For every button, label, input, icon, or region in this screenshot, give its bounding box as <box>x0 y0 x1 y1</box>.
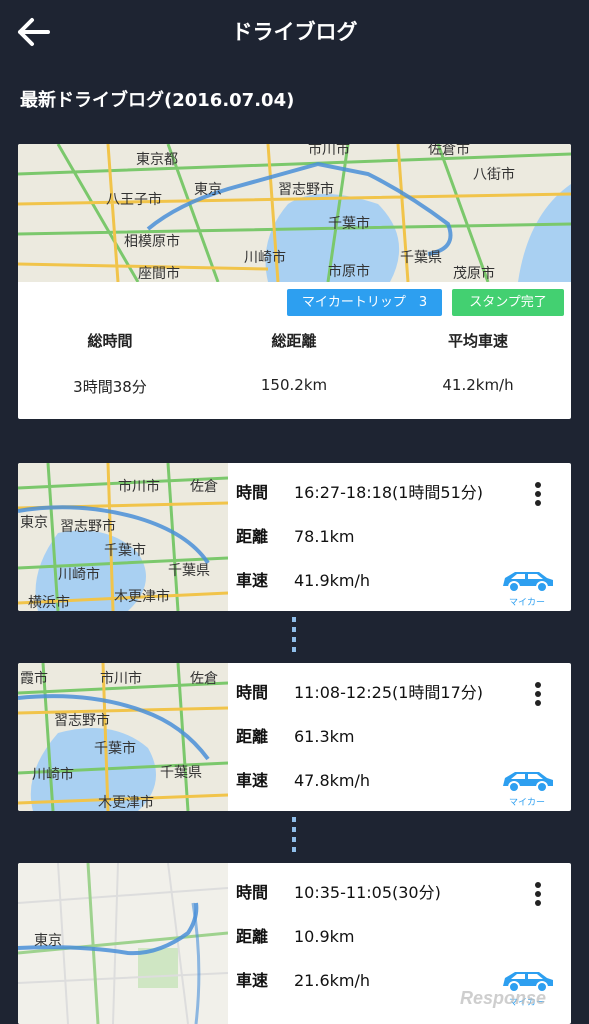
map-label: 佐倉 <box>190 479 218 495</box>
map-label: 東京 <box>20 515 48 531</box>
trip-distance-row: 距離 61.3km <box>236 725 354 749</box>
distance-label: 距離 <box>236 727 269 746</box>
trip-map[interactable]: 市川市 佐倉 東京 習志野市 千葉市 川崎市 千葉県 横浜市 木更津市 <box>18 463 228 611</box>
response-watermark: Response <box>460 988 547 1008</box>
map-label: 川崎市 <box>244 249 286 266</box>
average-speed-value: 41.2km/h <box>442 376 514 394</box>
trip-time-row: 時間 16:27-18:18(1時間51分) <box>236 481 483 505</box>
my-car-trip-badge[interactable]: マイカートリップ 3 <box>287 289 442 316</box>
page-title: ドライブログ <box>231 20 358 44</box>
map-label: 佐倉市 <box>428 144 470 158</box>
total-distance-label: 総距離 <box>271 332 317 350</box>
map-label: 川崎市 <box>32 766 74 783</box>
average-speed-label: 平均車速 <box>447 332 508 350</box>
trip-distance-row: 距離 78.1km <box>236 525 354 549</box>
map-label: 横浜市 <box>28 594 70 611</box>
summary-map[interactable]: 東京都 市川市 佐倉市 八街市 八王子市 東京 習志野市 相模原市 千葉市 座間… <box>18 144 571 282</box>
speed-label: 車速 <box>236 771 269 790</box>
more-vertical-icon <box>535 482 541 506</box>
time-label: 時間 <box>236 683 269 702</box>
map-label: 木更津市 <box>98 794 154 811</box>
more-vertical-icon <box>535 682 541 706</box>
map-label: 佐倉 <box>190 671 218 687</box>
time-value: 16:27-18:18(1時間51分) <box>294 483 484 502</box>
time-label: 時間 <box>236 483 269 502</box>
map-label: 木更津市 <box>114 588 170 605</box>
map-label: 東京 <box>194 182 222 198</box>
vehicle-badge: マイカー <box>496 768 558 808</box>
map-label: 千葉県 <box>160 765 202 781</box>
total-distance-value: 150.2km <box>260 376 328 394</box>
map-label: 相模原市 <box>124 233 180 250</box>
trip-time-row: 時間 11:08-12:25(1時間17分) <box>236 681 483 705</box>
more-vertical-icon <box>535 882 541 906</box>
map-label: 東京都 <box>136 152 178 168</box>
trip-speed-row: 車速 47.8km/h <box>236 769 370 793</box>
map-label: 市川市 <box>100 670 142 687</box>
map-label: 千葉県 <box>168 563 210 579</box>
time-label: 時間 <box>236 883 269 902</box>
map-label: 習志野市 <box>278 181 334 198</box>
map-label: 市川市 <box>118 478 160 495</box>
car-icon <box>503 772 553 793</box>
map-label: 茂原市 <box>453 265 495 282</box>
map-label: 霞市 <box>20 670 48 687</box>
total-time-value: 3時間38分 <box>73 378 147 396</box>
distance-value: 78.1km <box>294 527 355 546</box>
map-label: 習志野市 <box>54 712 110 729</box>
distance-label: 距離 <box>236 927 269 946</box>
trip-time-row: 時間 10:35-11:05(30分) <box>236 881 441 905</box>
car-icon <box>503 572 553 593</box>
map-label: 千葉市 <box>104 542 146 559</box>
more-options-button[interactable] <box>530 681 546 707</box>
vehicle-label: マイカー <box>508 798 545 808</box>
timeline-connector <box>292 617 296 657</box>
total-time-label: 総時間 <box>87 332 133 350</box>
summary-card[interactable]: 東京都 市川市 佐倉市 八街市 八王子市 東京 習志野市 相模原市 千葉市 座間… <box>18 144 571 419</box>
vehicle-label: マイカー <box>508 598 545 608</box>
map-label: 市川市 <box>308 144 350 158</box>
latest-log-title: 最新ドライブログ(2016.07.04) <box>20 90 295 111</box>
speed-label: 車速 <box>236 571 269 590</box>
map-label: 座間市 <box>138 265 180 282</box>
map-label: 東京 <box>34 933 62 949</box>
map-label: 千葉県 <box>400 250 442 266</box>
trip-card[interactable]: 霞市 市川市 佐倉 習志野市 千葉市 川崎市 千葉県 木更津市 時間 11:08-… <box>18 663 571 811</box>
more-options-button[interactable] <box>530 881 546 907</box>
vehicle-badge: マイカー <box>496 568 558 608</box>
map-label: 習志野市 <box>60 518 116 535</box>
map-label: 千葉市 <box>328 215 370 232</box>
trip-speed-row: 車速 21.6km/h <box>236 969 370 993</box>
timeline-connector <box>292 817 296 857</box>
map-label: 川崎市 <box>58 566 100 583</box>
map-label: 市原市 <box>328 263 370 280</box>
distance-value: 10.9km <box>294 927 355 946</box>
trip-map[interactable]: 東京 <box>18 863 228 1024</box>
distance-label: 距離 <box>236 527 269 546</box>
trip-speed-row: 車速 41.9km/h <box>236 569 370 593</box>
speed-value: 21.6km/h <box>294 971 371 990</box>
speed-value: 47.8km/h <box>294 771 371 790</box>
trip-card[interactable]: 市川市 佐倉 東京 習志野市 千葉市 川崎市 千葉県 横浜市 木更津市 時間 16… <box>18 463 571 611</box>
map-label: 八王子市 <box>106 191 162 208</box>
speed-value: 41.9km/h <box>294 571 371 590</box>
trip-distance-row: 距離 10.9km <box>236 925 354 949</box>
time-value: 11:08-12:25(1時間17分) <box>294 683 484 702</box>
map-label: 千葉市 <box>94 740 136 757</box>
time-value: 10:35-11:05(30分) <box>294 883 441 902</box>
map-label: 八街市 <box>473 166 515 183</box>
speed-label: 車速 <box>236 971 269 990</box>
distance-value: 61.3km <box>294 727 355 746</box>
stamp-complete-badge[interactable]: スタンプ完了 <box>452 289 564 316</box>
trip-map[interactable]: 霞市 市川市 佐倉 習志野市 千葉市 川崎市 千葉県 木更津市 <box>18 663 228 811</box>
app-header: ドライブログ <box>0 0 589 66</box>
more-options-button[interactable] <box>530 481 546 507</box>
